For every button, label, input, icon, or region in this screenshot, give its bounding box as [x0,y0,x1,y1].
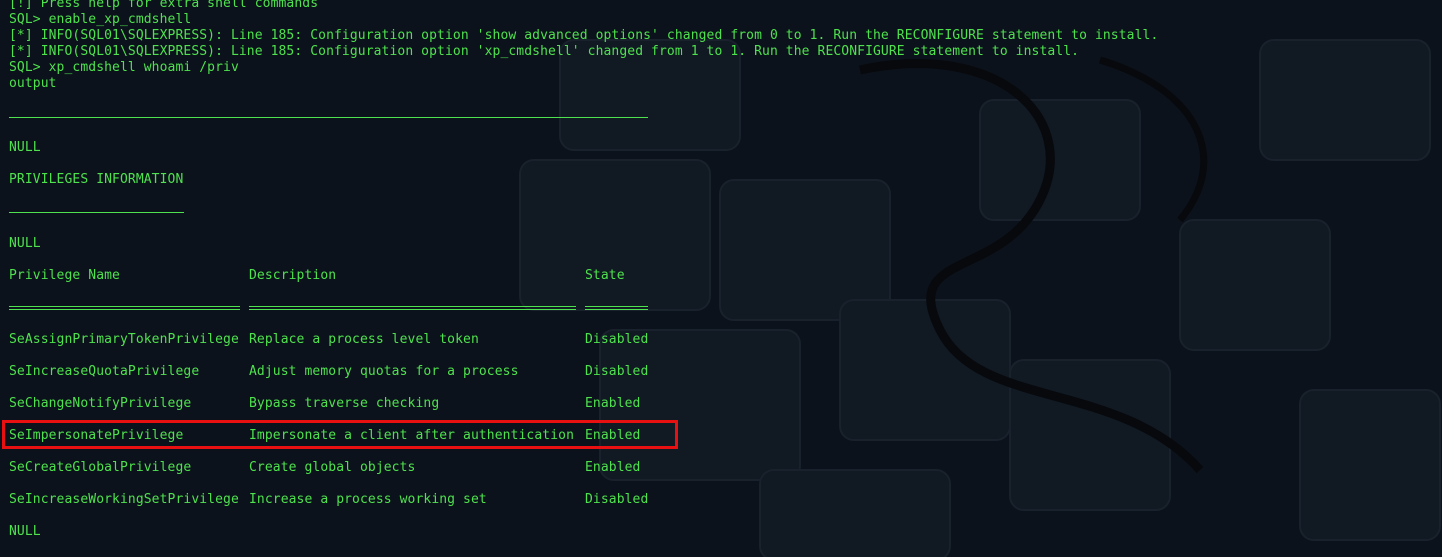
terminal-line: SQL> enable_xp_cmdshell [9,12,192,27]
column-divider [9,306,240,310]
privilege-name: SeCreateGlobalPrivilege [9,460,192,475]
null-output: NULL [9,236,41,251]
column-divider [585,306,648,310]
column-divider [249,306,576,310]
terminal-line: SQL> xp_cmdshell whoami /priv [9,60,239,75]
privilege-state: Enabled [585,460,641,475]
divider-rule [9,117,648,118]
column-header-privilege-name: Privilege Name [9,268,120,283]
terminal-line: [*] INFO(SQL01\SQLEXPRESS): Line 185: Co… [9,44,1080,59]
privilege-description: Bypass traverse checking [249,396,440,411]
null-output: NULL [9,140,41,155]
privilege-state: Enabled [585,396,641,411]
privilege-description: Increase a process working set [249,492,487,507]
terminal-window[interactable]: [!] Press help for extra shell commands … [0,0,1442,557]
column-header-state: State [585,268,625,283]
privilege-name: SeIncreaseQuotaPrivilege [9,364,200,379]
highlight-annotation-box [2,420,678,449]
privilege-state: Disabled [585,364,649,379]
terminal-line: output [9,76,57,91]
section-title: PRIVILEGES INFORMATION [9,172,184,187]
null-output: NULL [9,524,41,539]
privilege-description: Replace a process level token [249,332,479,347]
terminal-line: [!] Press help for extra shell commands [9,0,319,11]
column-header-description: Description [249,268,337,283]
privilege-state: Disabled [585,332,649,347]
privilege-state: Disabled [585,492,649,507]
privilege-name: SeAssignPrimaryTokenPrivilege [9,332,239,347]
section-underline [9,212,184,213]
privilege-description: Adjust memory quotas for a process [249,364,519,379]
terminal-line: [*] INFO(SQL01\SQLEXPRESS): Line 185: Co… [9,28,1159,43]
privilege-name: SeChangeNotifyPrivilege [9,396,192,411]
privilege-description: Create global objects [249,460,416,475]
privilege-name: SeIncreaseWorkingSetPrivilege [9,492,239,507]
